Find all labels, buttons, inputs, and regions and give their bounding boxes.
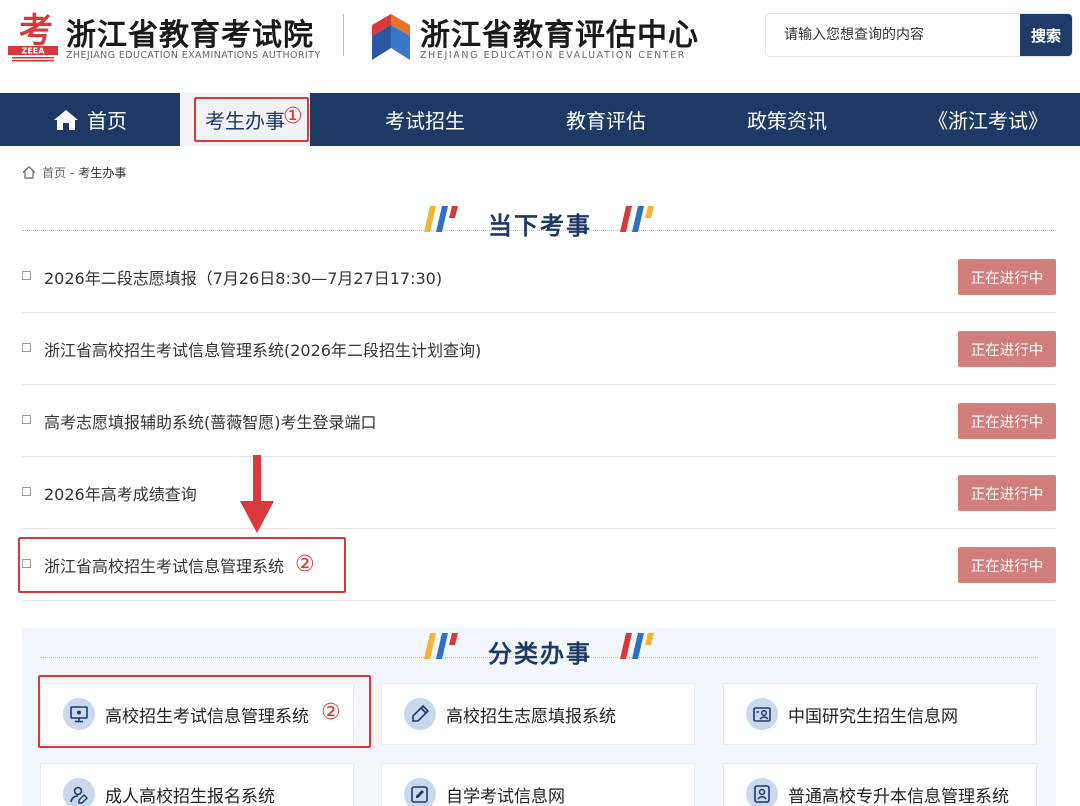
nav-item-home[interactable]: 首页 — [0, 93, 180, 146]
nav-item-education-evaluation[interactable]: 教育评估 — [521, 93, 691, 146]
logo-divider — [343, 14, 344, 56]
bullet-icon — [22, 271, 31, 280]
nav-item-label: 《浙江考试》 — [928, 109, 1048, 133]
nav-item-label: 教育评估 — [566, 109, 646, 133]
category-card-label: 普通高校专升本信息管理系统 — [788, 786, 1009, 806]
home-icon — [22, 166, 36, 179]
nav-item-exam-admissions[interactable]: 考试招生 — [340, 93, 510, 146]
org1-name-en: ZHEJIANG EDUCATION EXAMINATIONS AUTHORIT… — [66, 50, 321, 61]
list-item-text[interactable]: 浙江省高校招生考试信息管理系统 — [44, 553, 284, 577]
category-card-self-study-exam-network[interactable]: 自学考试信息网 — [381, 763, 695, 806]
category-card-volunteer-filling-system[interactable]: 高校招生志愿填报系统 — [381, 683, 695, 745]
search-box: 搜索 — [765, 13, 1073, 57]
category-card-postgraduate-admission-network[interactable]: 中国研究生招生信息网 — [723, 683, 1037, 745]
annotation-step2-number: ② — [295, 552, 315, 577]
title-decoration-icon — [620, 633, 654, 659]
edit-icon — [404, 778, 436, 806]
bullet-icon — [22, 487, 31, 496]
pencil-icon — [404, 698, 436, 730]
user-edit-icon — [63, 778, 95, 806]
list-item[interactable]: 浙江省高校招生考试信息管理系统(2026年二段招生计划查询) 正在进行中 — [22, 313, 1056, 385]
search-input[interactable] — [766, 14, 1022, 56]
org2-name: 浙江省教育评估中心 — [420, 18, 699, 53]
bullet-icon — [22, 415, 31, 424]
list-item-text[interactable]: 浙江省高校招生考试信息管理系统(2026年二段招生计划查询) — [44, 337, 481, 361]
nav-item-label: 考试招生 — [385, 109, 465, 133]
home-icon — [54, 109, 78, 130]
category-card-label: 高校招生志愿填报系统 — [446, 706, 616, 727]
list-item-text[interactable]: 2026年高考成绩查询 — [44, 481, 197, 505]
breadcrumb: 首页 - 考生办事 — [22, 164, 126, 181]
zeea-logo[interactable]: 考 ZEEA — [8, 10, 58, 62]
nav-item-label: 考生办事 — [205, 109, 285, 133]
search-button[interactable]: 搜索 — [1020, 14, 1072, 56]
category-card-label: 成人高校招生报名系统 — [105, 786, 275, 806]
org2-name-en: ZHEJIANG EDUCATION EVALUATION CENTER — [420, 50, 687, 61]
current-affairs-title: 当下考事 — [488, 211, 592, 240]
list-item-text[interactable]: 2026年二段志愿填报（7月26日8:30—7月27日17:30) — [44, 265, 442, 289]
zeea-logo-abbr: ZEEA — [22, 47, 46, 56]
breadcrumb-current: 考生办事 — [78, 166, 127, 180]
category-card-admission-info-system[interactable]: 高校招生考试信息管理系统 — [40, 683, 354, 745]
person-card-icon — [746, 778, 778, 806]
annotation-step2-number: ② — [321, 700, 341, 725]
title-decoration-icon — [620, 206, 654, 232]
main-nav: 首页 考生办事 考试招生 教育评估 政策资讯 《浙江考试》 — [0, 93, 1080, 146]
breadcrumb-separator: - — [70, 165, 75, 180]
nav-item-label: 政策资讯 — [747, 109, 827, 133]
category-card-label: 中国研究生招生信息网 — [788, 706, 958, 727]
org1-name: 浙江省教育考试院 — [66, 18, 314, 53]
nav-item-policy-news[interactable]: 政策资讯 — [702, 93, 872, 146]
list-item[interactable]: 浙江省高校招生考试信息管理系统 正在进行中 — [22, 529, 1056, 601]
category-card-adult-admission-registration[interactable]: 成人高校招生报名系统 — [40, 763, 354, 806]
list-item[interactable]: 2026年二段志愿填报（7月26日8:30—7月27日17:30) 正在进行中 — [22, 241, 1056, 313]
category-card-label: 高校招生考试信息管理系统 — [105, 706, 309, 727]
bullet-icon — [22, 343, 31, 352]
bullet-icon — [22, 559, 31, 568]
categories-title: 分类办事 — [488, 639, 592, 668]
category-card-label: 自学考试信息网 — [446, 786, 565, 806]
status-badge[interactable]: 正在进行中 — [958, 475, 1056, 511]
list-item-text[interactable]: 高考志愿填报辅助系统(蔷薇智愿)考生登录端口 — [44, 409, 377, 433]
nav-item-label: 首页 — [87, 109, 127, 133]
id-card-icon — [746, 698, 778, 730]
category-card-upgrade-info-system[interactable]: 普通高校专升本信息管理系统 — [723, 763, 1037, 806]
zeea-logo-char: 考 — [19, 11, 53, 51]
annotation-arrow-icon — [240, 455, 274, 533]
list-item[interactable]: 2026年高考成绩查询 正在进行中 — [22, 457, 1056, 529]
status-badge[interactable]: 正在进行中 — [958, 403, 1056, 439]
evaluation-center-logo[interactable] — [372, 14, 410, 60]
site-header: 考 ZEEA 浙江省教育考试院 ZHEJIANG EDUCATION EXAMI… — [0, 0, 1080, 93]
nav-item-zhejiang-exam-magazine[interactable]: 《浙江考试》 — [903, 93, 1073, 146]
monitor-icon — [63, 698, 95, 730]
breadcrumb-home[interactable]: 首页 — [42, 164, 66, 181]
status-badge[interactable]: 正在进行中 — [958, 331, 1056, 367]
list-item[interactable]: 高考志愿填报辅助系统(蔷薇智愿)考生登录端口 正在进行中 — [22, 385, 1056, 457]
annotation-step1-number: ① — [283, 104, 303, 129]
status-badge[interactable]: 正在进行中 — [958, 547, 1056, 583]
status-badge[interactable]: 正在进行中 — [958, 259, 1056, 295]
